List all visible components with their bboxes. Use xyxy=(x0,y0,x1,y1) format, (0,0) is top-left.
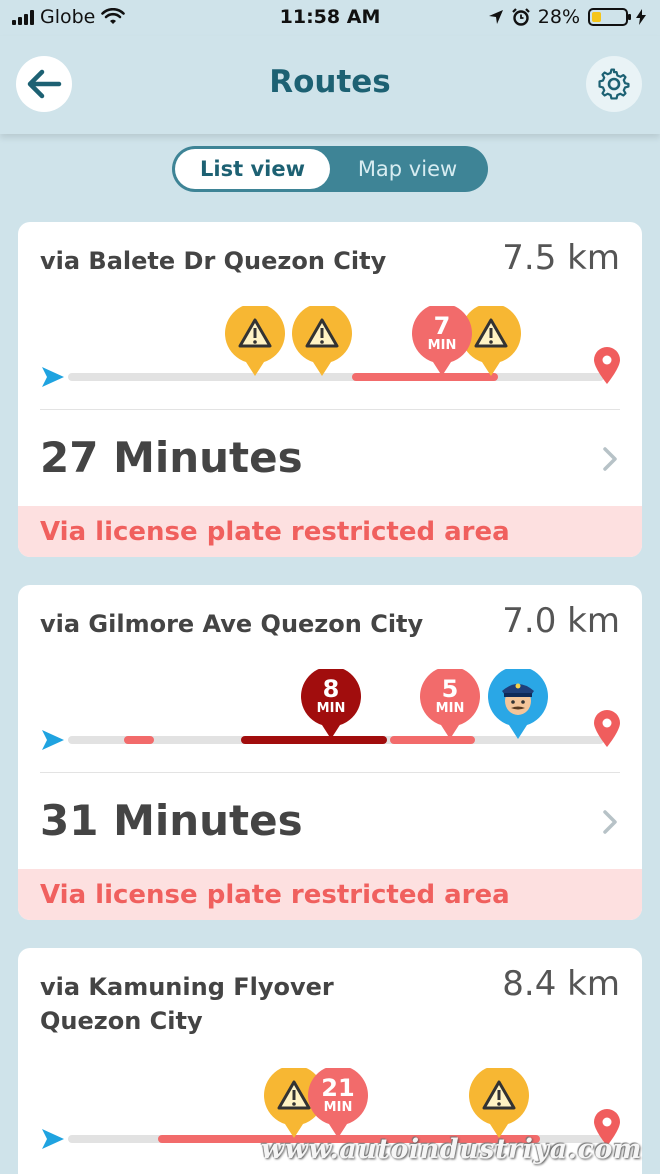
delay-unit: MIN xyxy=(435,701,465,716)
location-arrow-icon xyxy=(488,10,503,24)
start-arrow-icon xyxy=(42,1129,64,1149)
route-duration: 31 Minutes xyxy=(40,796,303,845)
destination-pin-icon xyxy=(594,710,620,747)
delay-marker[interactable]: 5 MIN xyxy=(419,669,481,741)
header: Routes xyxy=(0,36,660,134)
restriction-banner: Via license plate restricted area xyxy=(18,869,642,920)
watermark: www.autoindustriya.com xyxy=(260,1134,642,1165)
route-traffic-track: 7 MIN xyxy=(40,302,622,387)
police-marker[interactable] xyxy=(487,669,549,741)
delay-value: 21 xyxy=(321,1074,355,1102)
route-distance: 7.0 km xyxy=(502,601,620,641)
delay-value: 8 xyxy=(322,675,340,703)
hazard-marker[interactable] xyxy=(291,306,353,378)
chevron-right-icon[interactable] xyxy=(600,445,620,473)
settings-button[interactable] xyxy=(586,56,642,112)
traffic-segment xyxy=(124,736,154,744)
delay-unit: MIN xyxy=(427,338,457,353)
route-traffic-track: 8 MIN 5 MIN xyxy=(40,665,622,750)
status-right: 28% xyxy=(488,6,646,28)
charging-bolt-icon xyxy=(636,9,646,25)
route-card[interactable]: via Gilmore Ave Quezon City 7.0 km 8 MIN… xyxy=(18,585,642,920)
page-title: Routes xyxy=(269,64,391,100)
hazard-marker[interactable] xyxy=(468,1068,530,1140)
chevron-right-icon[interactable] xyxy=(600,808,620,836)
hazard-icon xyxy=(225,306,285,376)
delay-unit: MIN xyxy=(323,1100,353,1115)
list-view-tab[interactable]: List view xyxy=(175,149,330,189)
route-distance: 7.5 km xyxy=(502,238,620,278)
start-arrow-icon xyxy=(42,730,64,750)
route-distance: 8.4 km xyxy=(502,964,620,1004)
severe-delay-marker[interactable]: 8 MIN xyxy=(300,669,362,741)
delay-value: 7 xyxy=(433,312,451,340)
view-toggle: List view Map view xyxy=(172,146,488,192)
route-name: via Balete Dr Quezon City xyxy=(40,247,387,275)
delay-value: 5 xyxy=(441,675,459,703)
start-arrow-icon xyxy=(42,367,64,387)
police-icon xyxy=(488,669,548,739)
route-name: via Kamuning Flyover Quezon City xyxy=(40,973,334,1035)
hazard-marker[interactable] xyxy=(224,306,286,378)
delay-marker[interactable]: 21 MIN xyxy=(307,1068,369,1140)
delay-unit: MIN xyxy=(316,701,346,716)
map-view-tab[interactable]: Map view xyxy=(330,149,485,189)
status-bar: Globe 11:58 AM 28% xyxy=(0,0,660,36)
route-name: via Gilmore Ave Quezon City xyxy=(40,610,424,638)
gear-icon xyxy=(598,68,630,100)
battery-percent: 28% xyxy=(537,6,580,28)
hazard-icon xyxy=(469,1068,529,1138)
divider xyxy=(40,772,620,773)
restriction-banner: Via license plate restricted area xyxy=(18,506,642,557)
route-duration: 27 Minutes xyxy=(40,433,303,482)
delay-marker[interactable]: 7 MIN xyxy=(411,306,473,378)
divider xyxy=(40,409,620,410)
route-card[interactable]: via Balete Dr Quezon City 7.5 km 7 MIN 2… xyxy=(18,222,642,557)
route-traffic-track: 21 MIN xyxy=(40,1064,622,1149)
alarm-icon xyxy=(511,8,530,26)
destination-pin-icon xyxy=(594,347,620,384)
hazard-icon xyxy=(292,306,352,376)
battery-icon xyxy=(588,8,631,26)
